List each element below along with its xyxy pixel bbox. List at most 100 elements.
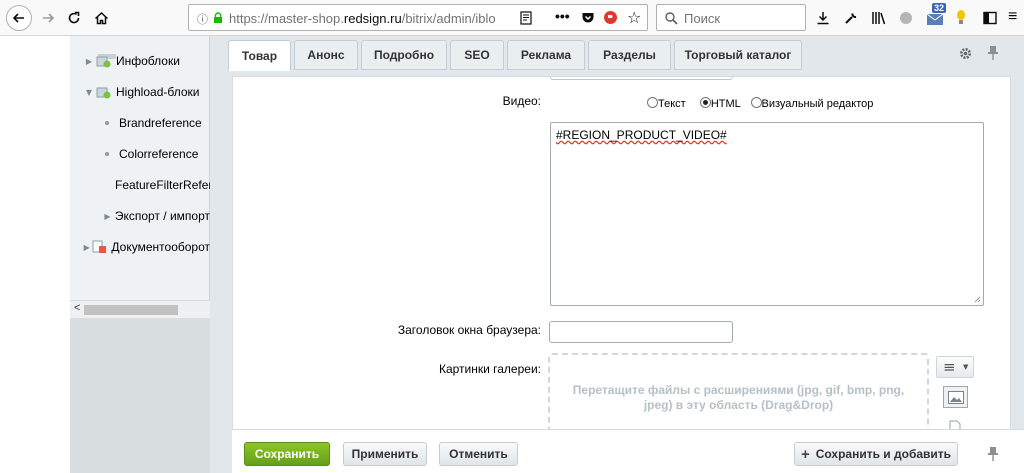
gallery-menu-button[interactable]: ≡ ▼ <box>936 356 974 378</box>
cut-off-field <box>550 77 733 80</box>
scrollbar-thumb[interactable] <box>84 305 178 315</box>
plus-icon: + <box>800 445 810 463</box>
radio-text[interactable] <box>647 97 658 108</box>
admin-sidebar: ▶ Инфоблоки ▼ Highload-блоки Brandrefere… <box>70 36 210 473</box>
page-actions-icon[interactable]: ••• <box>555 8 570 24</box>
reload-icon <box>68 11 80 24</box>
menu-icon[interactable]: ≡ <box>1008 8 1017 26</box>
home-button[interactable] <box>89 6 113 30</box>
image-icon <box>948 391 964 404</box>
search-icon <box>665 12 678 25</box>
tab-announce[interactable]: Анонс <box>294 40 358 70</box>
save-button[interactable]: Сохранить <box>244 442 330 466</box>
video-textarea-value: #REGION_PRODUCT_VIDEO# <box>556 128 727 142</box>
sidebar-horizontal-scrollbar[interactable]: < <box>70 300 210 318</box>
gallery-drop-text: Перетащите файлы с расширениями (jpg, gi… <box>572 383 905 412</box>
lock-icon <box>214 12 222 23</box>
url-bar[interactable]: ⓘ https://master-shop.redsign.ru/bitrix/… <box>188 4 648 31</box>
adblock-icon[interactable] <box>603 10 618 25</box>
bullet-icon <box>105 152 109 156</box>
sidebar-item-brandreference[interactable]: Brandreference <box>100 113 202 133</box>
reader-view-icon[interactable] <box>520 11 532 25</box>
browser-toolbar: ⓘ https://master-shop.redsign.ru/bitrix/… <box>0 0 1024 36</box>
collapse-arrow-icon[interactable]: ▼ <box>82 88 96 97</box>
reload-button[interactable] <box>62 6 86 30</box>
sidebar-item-export-import[interactable]: ▶ Экспорт / импорт <box>100 206 210 226</box>
radio-html-label[interactable]: HTML <box>711 98 741 110</box>
left-gutter <box>0 36 70 473</box>
sidebar-item-label: Экспорт / импорт <box>114 209 210 223</box>
bullet-icon <box>105 121 109 125</box>
cancel-button[interactable]: Отменить <box>439 442 518 466</box>
tab-ads[interactable]: Реклама <box>507 40 585 70</box>
back-arrow-icon <box>12 13 24 23</box>
radio-text-label[interactable]: Текст <box>658 98 686 110</box>
sidebar-empty-area <box>70 318 210 473</box>
footer-pin-icon[interactable] <box>988 446 998 462</box>
tab-sections[interactable]: Разделы <box>588 40 671 70</box>
video-label: Видео: <box>502 94 541 108</box>
sidebar-toggle-icon[interactable] <box>983 11 997 25</box>
download-icon[interactable] <box>816 11 830 25</box>
sidebar-item-label: Brandreference <box>119 116 202 130</box>
mail-notifier[interactable]: 32 <box>926 3 947 26</box>
sidebar-item-label: FeatureFilterRefer <box>115 178 210 192</box>
scroll-left-arrow[interactable]: < <box>74 302 80 314</box>
form-footer: Сохранить Применить Отменить + Сохранить… <box>232 429 1024 473</box>
wrench-icon[interactable] <box>844 11 858 25</box>
save-and-add-button[interactable]: + Сохранить и добавить <box>794 442 958 466</box>
sidebar-item-featurefilter[interactable]: FeatureFilterRefer <box>100 175 210 195</box>
home-icon <box>94 11 108 25</box>
info-icon[interactable]: ⓘ <box>197 11 208 27</box>
sidebar-item-highload[interactable]: ▼ Highload-блоки <box>82 82 200 102</box>
pocket-icon[interactable] <box>581 11 595 25</box>
highload-icon <box>96 85 112 99</box>
infoblock-icon <box>96 54 112 68</box>
url-text[interactable]: https://master-shop.redsign.ru/bitrix/ad… <box>229 11 496 26</box>
globe-icon[interactable] <box>899 11 913 25</box>
sidebar-item-label: Инфоблоки <box>116 54 180 68</box>
back-button[interactable] <box>6 5 32 31</box>
gear-icon[interactable] <box>959 47 972 60</box>
gallery-label: Картинки галереи: <box>438 362 541 376</box>
radio-html[interactable] <box>699 97 711 108</box>
search-bar[interactable]: Поиск <box>656 4 806 31</box>
sidebar-item-infoblocks[interactable]: ▶ Инфоблоки <box>82 51 180 71</box>
lightbulb-icon[interactable] <box>956 9 966 27</box>
sidebar-item-label: Документооборот <box>111 240 210 254</box>
library-icon[interactable] <box>871 11 886 25</box>
tab-seo[interactable]: SEO <box>450 40 504 70</box>
main-content: Товар Анонс Подробно SEO Реклама Разделы… <box>210 36 1024 473</box>
docflow-icon <box>91 240 107 254</box>
edit-form: Видео: Текст HTML Визуальный редактор #R… <box>232 76 1011 466</box>
list-menu-icon: ≡ <box>943 358 956 376</box>
save-and-add-label: Сохранить и добавить <box>815 447 952 461</box>
radio-visual[interactable] <box>750 97 762 108</box>
browser-title-input[interactable] <box>549 321 733 343</box>
bookmark-star-icon[interactable]: ☆ <box>627 8 641 27</box>
sidebar-item-label: Colorreference <box>119 147 199 161</box>
tab-product[interactable]: Товар <box>228 40 291 71</box>
video-mode-radios: Текст HTML Визуальный редактор <box>647 97 873 110</box>
sidebar-item-label: Highload-блоки <box>116 85 200 99</box>
search-input[interactable]: Поиск <box>684 11 720 26</box>
resize-grip-icon[interactable] <box>974 296 981 303</box>
admin-app: ▶ Инфоблоки ▼ Highload-блоки Brandrefere… <box>0 36 1024 473</box>
expand-arrow-icon[interactable]: ▶ <box>82 243 91 252</box>
sidebar-item-docflow[interactable]: ▶ Документооборот <box>82 237 210 257</box>
apply-button[interactable]: Применить <box>343 442 427 466</box>
tab-trade-catalog[interactable]: Торговый каталог <box>674 40 802 70</box>
pin-icon[interactable] <box>988 45 998 61</box>
forward-arrow-icon <box>43 13 55 23</box>
browser-title-label: Заголовок окна браузера: <box>397 323 541 337</box>
add-image-button[interactable] <box>943 386 968 408</box>
tab-detail[interactable]: Подробно <box>361 40 447 70</box>
dropdown-arrow-icon: ▼ <box>963 363 969 371</box>
forward-button[interactable] <box>36 6 60 30</box>
mail-count-badge: 32 <box>932 3 947 13</box>
radio-visual-label[interactable]: Визуальный редактор <box>762 98 874 110</box>
expand-arrow-icon[interactable]: ▶ <box>100 212 115 221</box>
sidebar-item-colorreference[interactable]: Colorreference <box>100 144 198 164</box>
expand-arrow-icon[interactable]: ▶ <box>82 57 96 66</box>
video-textarea[interactable]: #REGION_PRODUCT_VIDEO# <box>550 122 984 306</box>
